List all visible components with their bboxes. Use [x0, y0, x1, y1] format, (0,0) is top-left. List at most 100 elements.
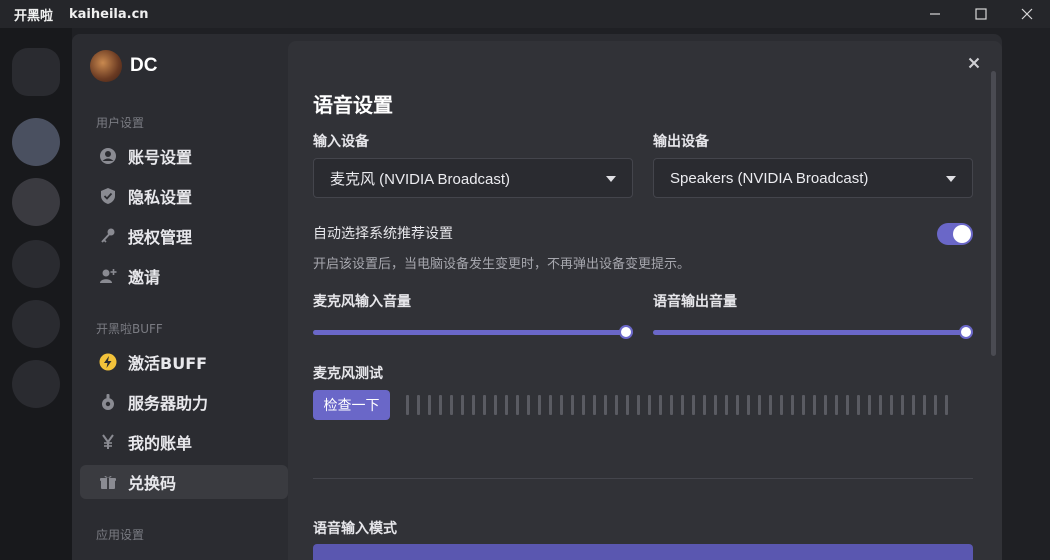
meter-bar	[637, 395, 640, 415]
divider	[313, 478, 973, 479]
yen-icon	[98, 432, 118, 452]
search-server-icon[interactable]	[12, 300, 60, 348]
input-device-select[interactable]: 麦克风 (NVIDIA Broadcast)	[313, 158, 633, 198]
maximize-button[interactable]	[958, 0, 1004, 28]
mic-test-button[interactable]: 检查一下	[313, 390, 390, 420]
profile-header: DC	[90, 50, 157, 82]
meter-bar	[725, 395, 728, 415]
meter-bar	[604, 395, 607, 415]
output-device-select[interactable]: Speakers (NVIDIA Broadcast)	[653, 158, 973, 198]
sidebar-item-activate-buff[interactable]: 激活BUFF	[80, 345, 288, 379]
section-label-app-settings: 应用设置	[96, 528, 145, 542]
auto-select-hint: 开启该设置后，当电脑设备发生变更时，不再弹出设备变更提示。	[313, 257, 691, 272]
meter-bar	[483, 395, 486, 415]
sidebar-item-label: 服务器助力	[128, 394, 209, 413]
meter-bar	[417, 395, 420, 415]
window-titlebar: 开黑啦 kaiheila.cn	[0, 0, 1050, 28]
server-icon[interactable]	[12, 48, 60, 96]
sidebar-item-server-boost[interactable]: 服务器助力	[80, 385, 288, 419]
auto-select-toggle[interactable]	[937, 223, 973, 245]
sidebar-item-redeem-code[interactable]: 兑换码	[80, 465, 288, 499]
meter-bar	[516, 395, 519, 415]
sidebar-item-my-bills[interactable]: 我的账单	[80, 425, 288, 459]
meter-bar	[615, 395, 618, 415]
input-device-label: 输入设备	[313, 134, 369, 150]
meter-bar	[670, 395, 673, 415]
server-icon[interactable]	[12, 118, 60, 166]
user-icon	[98, 146, 118, 166]
close-settings-button[interactable]	[966, 55, 982, 71]
meter-bar	[571, 395, 574, 415]
meter-bar	[945, 395, 948, 415]
meter-bar	[714, 395, 717, 415]
settings-modal: DC 用户设置 账号设置 隐私设置 授权管理 邀请 开黑啦BUFF 激活BUFF…	[72, 34, 1002, 560]
meter-bar	[648, 395, 651, 415]
meter-bar	[582, 395, 585, 415]
meter-bar	[879, 395, 882, 415]
meter-bar	[758, 395, 761, 415]
meter-bar	[494, 395, 497, 415]
minimize-icon	[930, 13, 940, 15]
app-name: 开黑啦	[14, 8, 54, 24]
meter-bar	[813, 395, 816, 415]
gift-icon	[98, 472, 118, 492]
input-device-value: 麦克风 (NVIDIA Broadcast)	[330, 170, 511, 188]
meter-bar	[890, 395, 893, 415]
meter-bar	[923, 395, 926, 415]
download-icon[interactable]	[12, 360, 60, 408]
meter-bar	[868, 395, 871, 415]
sidebar-item-label: 隐私设置	[128, 188, 193, 207]
input-mode-label: 语音输入模式	[313, 521, 397, 537]
meter-bar	[703, 395, 706, 415]
meter-bar	[406, 395, 409, 415]
sidebar-item-label: 账号设置	[128, 148, 193, 167]
slider-thumb[interactable]	[619, 325, 633, 339]
meter-bar	[538, 395, 541, 415]
meter-bar	[560, 395, 563, 415]
sidebar-item-privacy[interactable]: 隐私设置	[80, 179, 288, 213]
sidebar-item-label: 邀请	[128, 268, 161, 287]
mic-volume-slider[interactable]	[313, 325, 633, 339]
output-volume-label: 语音输出音量	[653, 294, 737, 310]
add-server-icon[interactable]	[12, 240, 60, 288]
output-device-label: 输出设备	[653, 134, 709, 150]
slider-thumb[interactable]	[959, 325, 973, 339]
meter-bar	[824, 395, 827, 415]
window-controls	[912, 0, 1050, 28]
meter-bar	[659, 395, 662, 415]
sidebar-item-label: 兑换码	[128, 474, 177, 493]
boost-icon	[98, 392, 118, 412]
meter-bar	[747, 395, 750, 415]
maximize-icon	[975, 8, 987, 20]
meter-bar	[857, 395, 860, 415]
server-icon[interactable]	[12, 178, 60, 226]
add-user-icon	[98, 266, 118, 286]
input-mode-option[interactable]	[313, 544, 973, 560]
meter-bar	[439, 395, 442, 415]
scrollbar[interactable]	[991, 71, 996, 356]
meter-bar	[527, 395, 530, 415]
meter-bar	[846, 395, 849, 415]
page-title: 语音设置	[313, 93, 393, 117]
section-label-user-settings: 用户设置	[96, 116, 145, 130]
meter-bar	[626, 395, 629, 415]
section-label-buff: 开黑啦BUFF	[96, 322, 163, 336]
close-icon	[1021, 8, 1033, 20]
sidebar-item-invite[interactable]: 邀请	[80, 259, 288, 293]
sidebar-item-account[interactable]: 账号设置	[80, 139, 288, 173]
meter-bar	[428, 395, 431, 415]
meter-bar	[791, 395, 794, 415]
profile-name: DC	[130, 55, 158, 76]
meter-bar	[769, 395, 772, 415]
minimize-button[interactable]	[912, 0, 958, 28]
sidebar-item-label: 激活BUFF	[128, 354, 208, 373]
sidebar-item-authorization[interactable]: 授权管理	[80, 219, 288, 253]
meter-bar	[912, 395, 915, 415]
server-rail	[0, 28, 72, 560]
app-url: kaiheila.cn	[69, 6, 149, 22]
output-volume-slider[interactable]	[653, 325, 973, 339]
close-window-button[interactable]	[1004, 0, 1050, 28]
sidebar-item-label: 我的账单	[128, 434, 193, 453]
meter-bar	[450, 395, 453, 415]
key-icon	[98, 226, 118, 246]
